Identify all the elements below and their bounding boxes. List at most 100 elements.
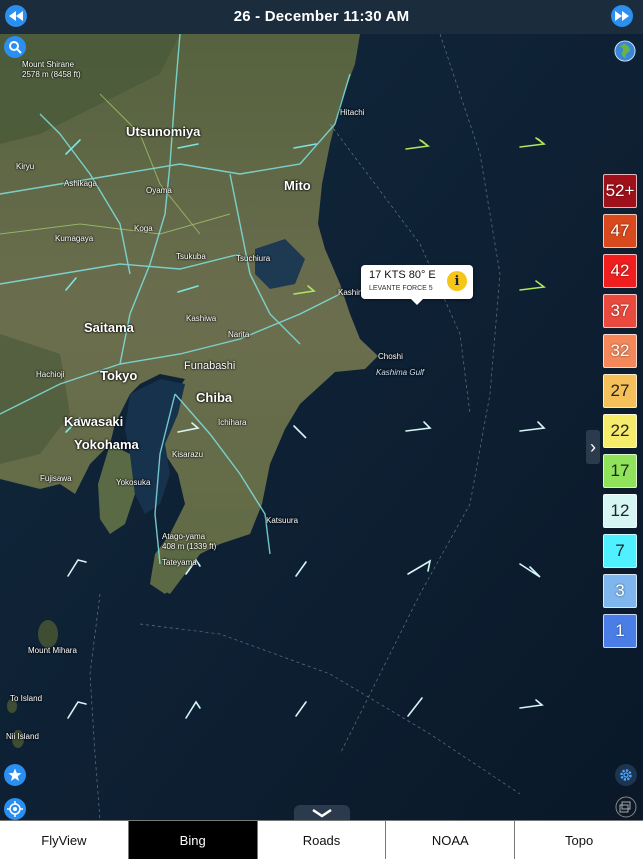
tab-topo[interactable]: Topo bbox=[514, 821, 643, 859]
place-label: Kiryu bbox=[16, 162, 35, 171]
gear-icon bbox=[620, 769, 632, 781]
wind-barb bbox=[407, 697, 423, 717]
legend-cell: 37 bbox=[603, 294, 637, 328]
place-label: Atago-yama bbox=[162, 532, 206, 541]
legend-cell: 7 bbox=[603, 534, 637, 568]
place-label: Kumagaya bbox=[55, 234, 94, 243]
place-label: Kashima Gulf bbox=[376, 368, 425, 377]
search-icon bbox=[9, 41, 22, 54]
place-label: Mount Shirane bbox=[22, 60, 75, 69]
place-label: Kashiwa bbox=[186, 314, 217, 323]
fast-forward-icon bbox=[615, 11, 629, 21]
place-label: Narita bbox=[228, 330, 250, 339]
wind-barb bbox=[295, 701, 307, 717]
place-label: Katsuura bbox=[266, 516, 299, 525]
legend-cell: 52+ bbox=[603, 174, 637, 208]
legend-cell: 1 bbox=[603, 614, 637, 648]
place-label: Yokohama bbox=[74, 437, 139, 452]
place-label: 408 m (1339 ft) bbox=[162, 542, 217, 551]
wind-barb bbox=[407, 559, 432, 575]
place-label: Chiba bbox=[196, 390, 233, 405]
legend-cell: 47 bbox=[603, 214, 637, 248]
chevron-down-icon bbox=[312, 808, 332, 818]
top-bar: 26 - December 11:30 AM bbox=[0, 0, 643, 34]
globe-icon bbox=[614, 40, 636, 62]
wind-barb bbox=[405, 421, 432, 432]
place-label: Saitama bbox=[84, 320, 134, 335]
star-icon bbox=[8, 768, 22, 781]
wind-barb bbox=[519, 421, 546, 432]
wind-barb bbox=[67, 701, 87, 719]
place-label: Mito bbox=[284, 178, 311, 193]
wind-barb bbox=[177, 422, 200, 433]
legend-cell: 27 bbox=[603, 374, 637, 408]
place-label: Kawasaki bbox=[64, 414, 124, 429]
info-icon[interactable]: i bbox=[447, 271, 467, 291]
place-label: 2578 m (8458 ft) bbox=[22, 70, 81, 79]
wind-speed-legend: 52+ 47 42 37 32 27 22 17 12 7 3 1 bbox=[603, 174, 639, 654]
place-label: Kisarazu bbox=[172, 450, 204, 459]
chevron-right-icon: › bbox=[590, 436, 596, 457]
layers-button[interactable] bbox=[615, 796, 637, 818]
place-label: Tateyama bbox=[162, 558, 197, 567]
tab-bing[interactable]: Bing bbox=[127, 821, 257, 859]
place-label: Hachioji bbox=[36, 370, 65, 379]
legend-cell: 42 bbox=[603, 254, 637, 288]
legend-cell: 22 bbox=[603, 414, 637, 448]
legend-cell: 17 bbox=[603, 454, 637, 488]
place-label: Mount Mihara bbox=[28, 646, 77, 655]
wind-barb bbox=[519, 280, 547, 291]
side-panel-handle[interactable]: › bbox=[586, 430, 600, 464]
place-label: Hitachi bbox=[340, 108, 365, 117]
wind-barb bbox=[295, 561, 307, 577]
globe-button[interactable] bbox=[614, 40, 636, 62]
tab-roads[interactable]: Roads bbox=[256, 821, 386, 859]
next-time-button[interactable] bbox=[611, 5, 633, 27]
tab-noaa[interactable]: NOAA bbox=[385, 821, 515, 859]
place-label: Tokyo bbox=[100, 368, 138, 383]
legend-cell: 12 bbox=[603, 494, 637, 528]
place-label: Oyama bbox=[146, 186, 172, 195]
date-time-title: 26 - December 11:30 AM bbox=[233, 8, 410, 25]
place-label: Koga bbox=[134, 224, 153, 233]
layers-icon bbox=[615, 796, 637, 818]
wind-barb bbox=[177, 143, 199, 149]
place-label: Nii Island bbox=[6, 732, 39, 741]
place-label: Tsuchiura bbox=[236, 254, 271, 263]
wind-barb bbox=[185, 700, 201, 719]
wind-barb bbox=[293, 285, 316, 295]
wind-callout[interactable]: 17 KTS 80° E LEVANTE FORCE 5 i bbox=[361, 265, 473, 305]
wind-barb bbox=[405, 139, 431, 150]
wind-barb bbox=[519, 563, 541, 578]
place-label: Ashikaga bbox=[64, 179, 97, 188]
settings-button[interactable] bbox=[615, 764, 637, 786]
bottom-drawer-handle[interactable] bbox=[294, 805, 350, 820]
wind-barb bbox=[519, 137, 547, 148]
legend-cell: 3 bbox=[603, 574, 637, 608]
wind-speed-direction: 17 KTS 80° E bbox=[369, 269, 436, 281]
wind-barb bbox=[65, 139, 81, 155]
tab-flyview[interactable]: FlyView bbox=[0, 821, 128, 859]
place-label: To Island bbox=[10, 694, 43, 703]
map-type-tabbar: FlyView Bing Roads NOAA Topo bbox=[0, 820, 643, 859]
locate-button[interactable] bbox=[4, 798, 26, 820]
locate-icon bbox=[7, 801, 23, 817]
place-label: Yokosuka bbox=[116, 478, 151, 487]
wind-name-force: LEVANTE FORCE 5 bbox=[369, 285, 433, 292]
place-label: Ichihara bbox=[218, 418, 247, 427]
favorites-button[interactable] bbox=[4, 764, 26, 786]
place-label: Choshi bbox=[378, 352, 403, 361]
wind-map[interactable]: Mount Shirane 2578 m (8458 ft) Utsunomiy… bbox=[0, 34, 643, 820]
place-label: Funabashi bbox=[184, 360, 236, 372]
wind-barb bbox=[65, 277, 77, 291]
wind-barb bbox=[519, 699, 544, 709]
place-label: Fujisawa bbox=[40, 474, 72, 483]
place-label: Utsunomiya bbox=[126, 124, 201, 139]
wind-barb bbox=[177, 285, 199, 293]
wind-barb bbox=[293, 143, 317, 149]
legend-cell: 32 bbox=[603, 334, 637, 368]
wind-barb bbox=[293, 425, 307, 439]
wind-barb bbox=[67, 559, 87, 577]
search-button[interactable] bbox=[4, 36, 26, 58]
place-label: Tsukuba bbox=[176, 252, 206, 261]
